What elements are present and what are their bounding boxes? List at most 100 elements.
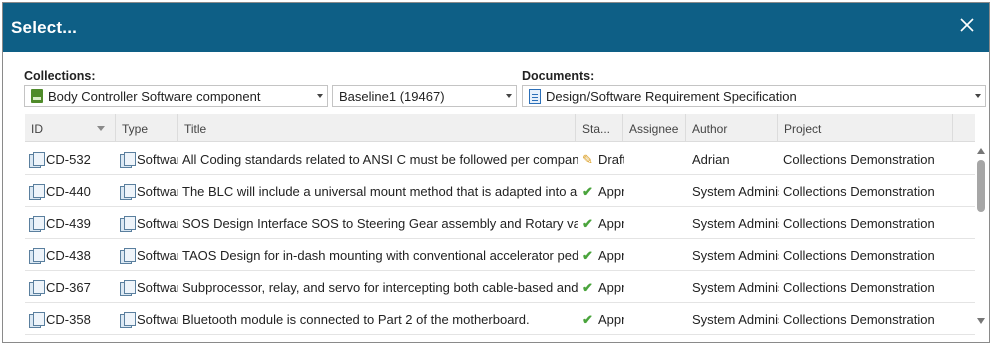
row-id-text: CD-438 (46, 248, 91, 263)
row-project: Collections Demonstration (783, 184, 935, 199)
row-type-text: Software Requirement (137, 216, 178, 231)
row-id: CD-440 (29, 175, 115, 207)
row-type: Software Requirement (120, 175, 178, 207)
sort-descending-icon (97, 126, 105, 131)
table-row[interactable]: CD-438 Software Requirement TAOS Design … (25, 239, 975, 271)
row-author: System Administrator (692, 280, 779, 295)
row-status-text: Approved (598, 280, 624, 295)
column-header-title-label: Title (184, 122, 207, 136)
collection-dropdown[interactable]: Body Controller Software component (24, 85, 328, 107)
row-type: Software Requirement (120, 143, 178, 175)
column-header-status[interactable]: Sta... (576, 114, 623, 142)
row-assignee (628, 143, 686, 175)
chevron-down-icon (317, 94, 323, 98)
table-row[interactable]: CD-440 Software Requirement The BLC will… (25, 175, 975, 207)
work-item-type-icon (120, 312, 136, 328)
baseline-dropdown-value: Baseline1 (19467) (339, 89, 445, 104)
row-type-text: Software Requirement (137, 184, 178, 199)
select-dialog: Select... Collections: Body Controller S… (2, 2, 990, 343)
documents-label: Documents: (522, 69, 595, 83)
column-header-status-label: Sta... (582, 122, 611, 136)
column-header-type[interactable]: Type (116, 114, 178, 142)
work-item-icon (29, 280, 45, 296)
table-header: ID Type Title Sta... Assignee Author Pro… (25, 114, 975, 142)
row-type-text: Software Requirement (137, 312, 178, 327)
row-title: Subprocessor, relay, and servo for inter… (182, 280, 578, 295)
close-icon[interactable] (957, 15, 977, 35)
row-project: Collections Demonstration (783, 248, 935, 263)
row-type: Software Requirement (120, 271, 178, 303)
row-title: SOS Design Interface SOS to Steering Gea… (182, 216, 578, 231)
row-status: ✔ Approved (582, 175, 624, 207)
row-title: The BLC will include a universal mount m… (182, 184, 578, 199)
row-status-text: Approved (598, 248, 624, 263)
column-header-assignee-label: Assignee (629, 122, 679, 136)
row-id: CD-358 (29, 303, 115, 335)
scrollbar-thumb[interactable] (977, 160, 985, 212)
column-header-project-label: Project (784, 122, 822, 136)
row-assignee (628, 271, 686, 303)
row-assignee (628, 175, 686, 207)
collection-icon (31, 89, 43, 103)
row-type: Software Requirement (120, 207, 178, 239)
row-title: All Coding standards related to ANSI C m… (182, 152, 578, 167)
column-header-author[interactable]: Author (686, 114, 778, 142)
check-icon: ✔ (582, 312, 593, 327)
row-type-text: Software Requirement (137, 152, 178, 167)
scroll-down-arrow-icon[interactable] (977, 318, 985, 324)
row-id: CD-438 (29, 239, 115, 271)
vertical-scrollbar[interactable] (974, 142, 988, 337)
work-item-icon (29, 248, 45, 264)
row-assignee (628, 207, 686, 239)
row-author: Adrian (692, 152, 730, 167)
work-item-icon (29, 216, 45, 232)
row-status-text: Approved (598, 216, 624, 231)
row-title: Bluetooth module is connected to Part 2 … (182, 312, 530, 327)
work-item-type-icon (120, 184, 136, 200)
check-icon: ✔ (582, 248, 593, 263)
document-dropdown[interactable]: Design/Software Requirement Specificatio… (522, 85, 986, 107)
column-header-author-label: Author (692, 122, 728, 136)
scroll-up-arrow-icon[interactable] (977, 148, 985, 154)
work-item-icon (29, 184, 45, 200)
row-author: System Administrator (692, 216, 779, 231)
work-items-table: ID Type Title Sta... Assignee Author Pro… (25, 114, 975, 337)
row-type: Software Requirement (120, 303, 178, 335)
collection-dropdown-value: Body Controller Software component (48, 89, 261, 104)
row-id: CD-532 (29, 143, 115, 175)
work-item-type-icon (120, 152, 136, 168)
dialog-title: Select... (11, 18, 78, 37)
row-type: Software Requirement (120, 239, 178, 271)
table-row[interactable]: CD-367 Software Requirement Subprocessor… (25, 271, 975, 303)
work-item-type-icon (120, 216, 136, 232)
row-status-text: Approved (598, 184, 624, 199)
baseline-dropdown[interactable]: Baseline1 (19467) (332, 85, 517, 107)
collections-label: Collections: (24, 69, 96, 83)
table-row[interactable]: CD-532 Software Requirement All Coding s… (25, 143, 975, 175)
row-project: Collections Demonstration (783, 216, 935, 231)
row-id: CD-367 (29, 271, 115, 303)
column-header-assignee[interactable]: Assignee (623, 114, 686, 142)
row-project: Collections Demonstration (783, 312, 935, 327)
work-item-type-icon (120, 248, 136, 264)
row-title: TAOS Design for in-dash mounting with co… (182, 248, 578, 263)
column-header-project[interactable]: Project (778, 114, 953, 142)
row-id: CD-439 (29, 207, 115, 239)
document-icon (529, 89, 541, 104)
column-header-id[interactable]: ID (25, 114, 116, 142)
row-id-text: CD-358 (46, 312, 91, 327)
table-row[interactable]: CD-439 Software Requirement SOS Design I… (25, 207, 975, 239)
column-header-type-label: Type (122, 122, 149, 136)
row-status: ✔ Approved (582, 271, 624, 303)
row-type-text: Software Requirement (137, 280, 178, 295)
row-status-text: Draft (598, 152, 624, 167)
column-header-title[interactable]: Title (178, 114, 576, 142)
dialog-titlebar: Select... (3, 3, 989, 52)
row-project: Collections Demonstration (783, 280, 935, 295)
row-author: System Administrator (692, 184, 779, 199)
check-icon: ✔ (582, 184, 593, 199)
work-item-icon (29, 312, 45, 328)
check-icon: ✔ (582, 280, 593, 295)
table-row[interactable]: CD-358 Software Requirement Bluetooth mo… (25, 303, 975, 335)
column-header-id-label: ID (31, 122, 43, 136)
